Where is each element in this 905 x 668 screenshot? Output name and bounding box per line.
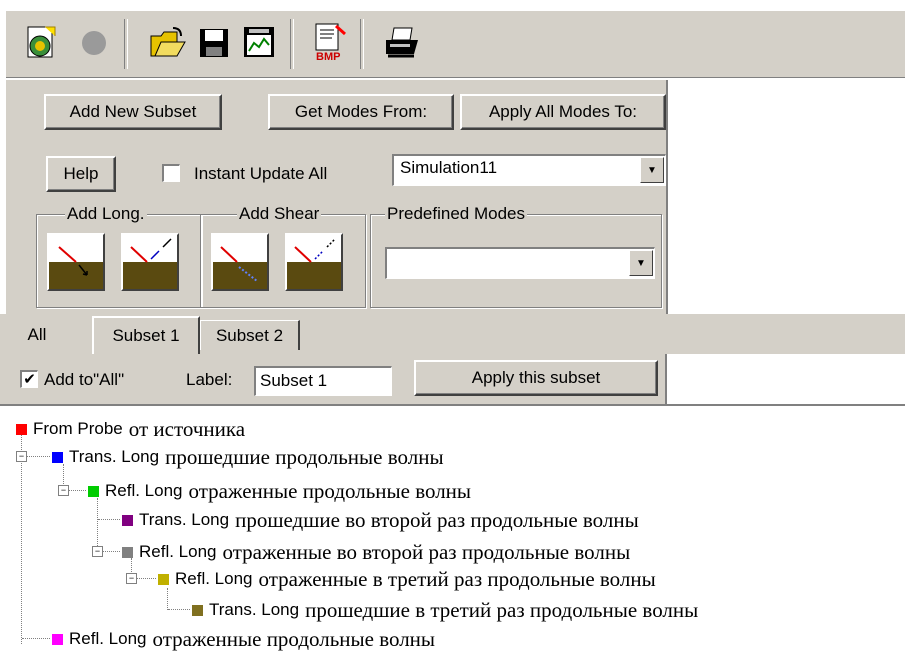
shear-transmitted-icon: [213, 235, 267, 289]
tree-line: [102, 551, 120, 552]
tree-node-label: Refl. Long: [139, 542, 217, 561]
app-window: BMP Add New Subset Get Modes From: Apply…: [0, 0, 905, 668]
toolbar-separator: [360, 19, 364, 69]
tree-node-annotation: прошедшие в третий раз продольные волны: [305, 597, 699, 622]
tree-line: [136, 578, 156, 579]
tree-line: [21, 434, 22, 644]
chevron-down-icon[interactable]: ▼: [640, 157, 664, 183]
tree-node-annotation: от источника: [128, 416, 246, 441]
instant-update-all-checkbox[interactable]: [162, 164, 180, 182]
export-bmp-icon[interactable]: BMP: [310, 19, 350, 67]
tree-line: [97, 498, 98, 552]
add-long-group: Add Long.: [36, 204, 202, 308]
mode-color-swatch: [16, 423, 27, 435]
collapse-icon[interactable]: −: [16, 451, 27, 462]
tree-node-label: Trans. Long: [209, 600, 300, 619]
toolbar-separator: [290, 19, 294, 69]
mode-color-swatch: [122, 546, 133, 558]
instant-update-all-label: Instant Update All: [194, 164, 328, 183]
save-icon[interactable]: [194, 19, 234, 67]
simulation-select[interactable]: Simulation11 ▼: [392, 154, 666, 186]
tree-line: [98, 519, 120, 520]
tree-line: [168, 609, 190, 610]
tree-node-label: From Probe: [33, 419, 123, 438]
record-icon[interactable]: [74, 19, 114, 67]
mode-color-swatch: [192, 604, 203, 616]
chevron-down-icon[interactable]: ▼: [629, 250, 653, 276]
predefined-modes-group: Predefined Modes ▼: [370, 204, 662, 308]
mode-color-swatch: [52, 451, 63, 463]
open-folder-icon[interactable]: [148, 19, 188, 67]
tree-node-refl-long[interactable]: Refl. Long отраженные продольные волны: [52, 626, 435, 652]
add-shear-group-title: Add Shear: [237, 204, 322, 224]
tab-all[interactable]: All: [14, 320, 60, 350]
simulation-select-value: Simulation11: [400, 158, 498, 177]
tree-node-from-probe[interactable]: From Probe от источника: [16, 416, 245, 442]
tree-node-annotation: отраженные продольные волны: [152, 626, 436, 651]
toolbar: BMP: [6, 10, 905, 78]
tree-node-label: Refl. Long: [105, 481, 183, 500]
help-button[interactable]: Help: [46, 156, 116, 192]
get-modes-from-button[interactable]: Get Modes From:: [268, 94, 454, 130]
tree-node-label: Trans. Long: [69, 447, 160, 466]
tree-node-annotation: отраженные во второй раз продольные волн…: [222, 539, 631, 564]
predefined-modes-select[interactable]: ▼: [385, 247, 655, 279]
add-to-all-checkbox[interactable]: ✔: [20, 370, 38, 388]
collapse-icon[interactable]: −: [126, 573, 137, 584]
tree-node-refl-long[interactable]: Refl. Long отраженные в третий раз продо…: [158, 566, 656, 592]
tree-node-annotation: прошедшие продольные волны: [165, 444, 444, 469]
apply-this-subset-button[interactable]: Apply this subset: [414, 360, 658, 396]
tree-node-refl-long[interactable]: Refl. Long отраженные во второй раз прод…: [122, 539, 630, 565]
tree-node-annotation: отраженные в третий раз продольные волны: [258, 566, 656, 591]
add-new-subset-button[interactable]: Add New Subset: [44, 94, 222, 130]
tree-node-label: Trans. Long: [139, 510, 230, 529]
mode-tree[interactable]: − − − − From Probe от источника Trans. L…: [0, 404, 905, 668]
tree-line: [22, 638, 50, 639]
tree-line: [26, 456, 50, 457]
tab-subset-2[interactable]: Subset 2: [200, 320, 300, 350]
predefined-modes-group-title: Predefined Modes: [385, 204, 527, 224]
subset-control-panel: Add New Subset Get Modes From: Apply All…: [6, 80, 668, 315]
new-simulation-icon[interactable]: [22, 19, 62, 67]
long-transmitted-icon: [49, 235, 103, 289]
tree-node-annotation: прошедшие во второй раз продольные волны: [235, 507, 639, 532]
export-chart-icon[interactable]: [240, 19, 280, 67]
tree-node-label: Refl. Long: [175, 569, 253, 588]
subset-tabs: All Subset 1 Subset 2: [0, 314, 905, 354]
tree-node-refl-long[interactable]: Refl. Long отраженные продольные волны: [88, 478, 471, 504]
shear-reflected-icon: [287, 235, 341, 289]
bmp-label: BMP: [316, 51, 340, 63]
mode-color-swatch: [122, 514, 133, 526]
add-shear-reflected-button[interactable]: [285, 233, 343, 291]
print-icon[interactable]: [382, 19, 422, 67]
toolbar-separator: [124, 19, 128, 69]
add-shear-transmitted-button[interactable]: [211, 233, 269, 291]
collapse-icon[interactable]: −: [58, 485, 69, 496]
long-reflected-icon: [123, 235, 177, 289]
add-long-transmitted-button[interactable]: [47, 233, 105, 291]
add-long-group-title: Add Long.: [65, 204, 147, 224]
subset-label-input[interactable]: Subset 1: [254, 366, 392, 396]
label-caption: Label:: [186, 370, 233, 389]
tree-line: [68, 490, 86, 491]
checkmark-icon: ✔: [23, 371, 36, 388]
tree-node-trans-long[interactable]: Trans. Long прошедшие продольные волны: [52, 444, 444, 470]
tab-subset-1[interactable]: Subset 1: [92, 316, 200, 354]
subset-options-row: ✔ Add to"All" Label: Subset 1 Apply this…: [0, 354, 667, 404]
tree-node-trans-long[interactable]: Trans. Long прошедшие во второй раз прод…: [122, 507, 639, 533]
add-long-reflected-button[interactable]: [121, 233, 179, 291]
add-to-all-label: Add to"All": [44, 370, 125, 389]
mode-color-swatch: [52, 633, 63, 645]
add-shear-group: Add Shear: [200, 204, 366, 308]
collapse-icon[interactable]: −: [92, 546, 103, 557]
tree-node-annotation: отраженные продольные волны: [188, 478, 472, 503]
tree-node-label: Refl. Long: [69, 629, 147, 648]
apply-all-modes-to-button[interactable]: Apply All Modes To:: [460, 94, 666, 130]
mode-color-swatch: [88, 485, 99, 497]
mode-color-swatch: [158, 573, 169, 585]
tree-node-trans-long[interactable]: Trans. Long прошедшие в третий раз продо…: [192, 597, 698, 623]
